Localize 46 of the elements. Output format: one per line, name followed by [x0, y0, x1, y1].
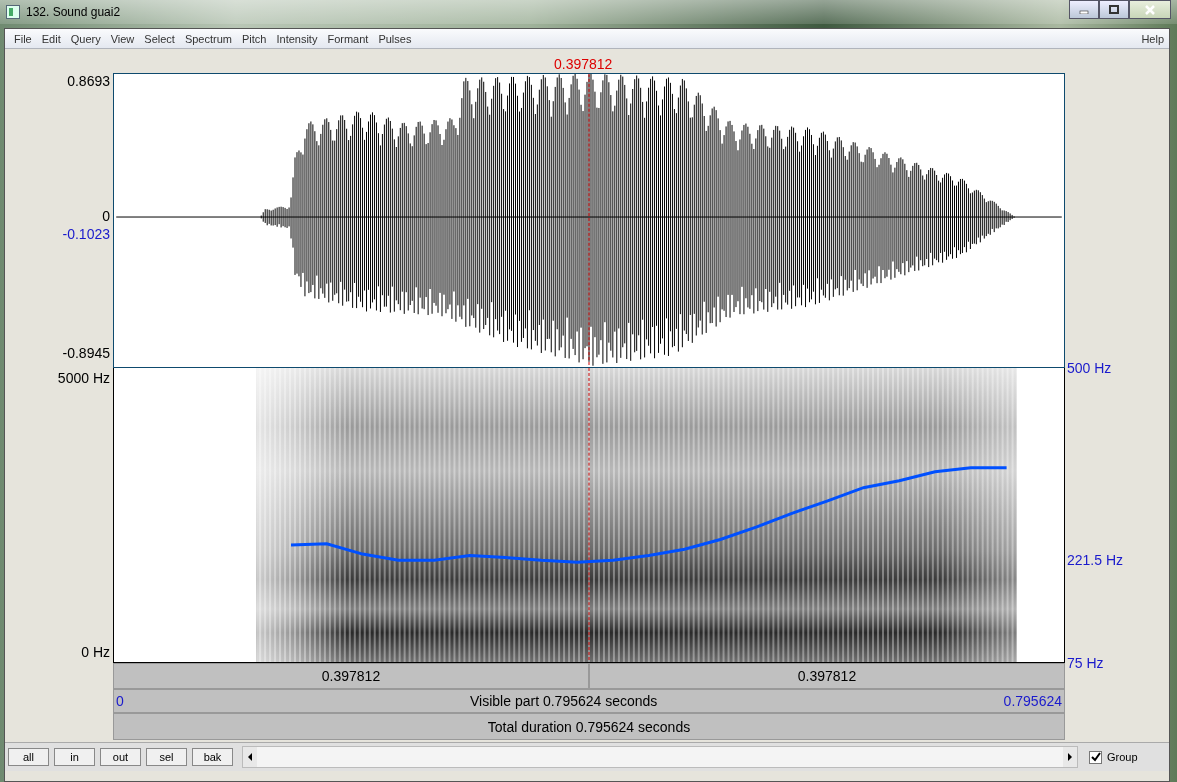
help-menu[interactable]: Help [1136, 32, 1169, 45]
menu-item[interactable]: Edit [36, 32, 66, 45]
menu-item[interactable]: Select [139, 32, 180, 45]
menu-item[interactable]: View [105, 32, 140, 45]
visible-start-time: 0 [116, 693, 124, 709]
window-icon [6, 5, 20, 19]
time-segment[interactable]: 0.397812 [589, 663, 1065, 689]
zoom-button[interactable]: bak [192, 748, 233, 766]
cursor-time: 0.397812 [554, 55, 613, 73]
menu-item[interactable]: Pulses [373, 32, 417, 45]
scroll-right-icon[interactable] [1063, 747, 1077, 767]
menu-item[interactable]: File [9, 32, 37, 45]
menu-item[interactable]: Pitch [237, 32, 272, 45]
visible-part-label: Visible part 0.795624 seconds [470, 693, 658, 709]
maximize-button[interactable] [1099, 0, 1129, 19]
pitch-axis-label: 500 Hz [1067, 359, 1112, 376]
horizontal-scrollbar[interactable] [242, 746, 1078, 768]
menu-item[interactable]: Query [65, 32, 106, 45]
total-duration-bar[interactable]: Total duration 0.795624 seconds [113, 713, 1065, 740]
spectrogram-panel[interactable] [113, 368, 1065, 663]
amplitude-mean-label: -0.1023 [62, 226, 110, 242]
amplitude-zero-label: 0 [102, 208, 110, 224]
menu-item[interactable]: Spectrum [179, 32, 237, 45]
menu-item[interactable]: Formant [322, 32, 374, 45]
pitch-cursor-label: 221.5 Hz [1067, 552, 1124, 568]
zoom-button[interactable]: out [100, 748, 141, 766]
zoom-button[interactable]: all [8, 748, 49, 766]
pitch-axis-label: 75 Hz [1067, 654, 1104, 671]
close-button[interactable] [1129, 0, 1171, 19]
group-checkbox[interactable] [1089, 750, 1102, 764]
amplitude-max-label: 0.8693 [67, 73, 110, 89]
frequency-min-label: 0 Hz [81, 644, 110, 660]
maximize-icon [1109, 5, 1119, 14]
visible-part-bar[interactable]: 0 Visible part 0.795624 seconds 0.795624 [113, 689, 1065, 713]
scroll-left-icon[interactable] [243, 747, 257, 767]
menu-item[interactable]: Intensity [271, 32, 323, 45]
visible-end-time: 0.795624 [1003, 693, 1062, 709]
amplitude-min-label: -0.8945 [62, 345, 110, 361]
zoom-button[interactable]: in [54, 748, 95, 766]
zoom-button[interactable]: sel [146, 748, 187, 766]
minimize-button[interactable] [1069, 0, 1099, 19]
group-label: Group [1107, 751, 1138, 763]
time-segment[interactable]: 0.397812 [113, 663, 589, 689]
close-icon [1144, 4, 1156, 15]
frequency-max-label: 5000 Hz [57, 370, 110, 386]
window-title: 132. Sound guai2 [26, 5, 121, 19]
